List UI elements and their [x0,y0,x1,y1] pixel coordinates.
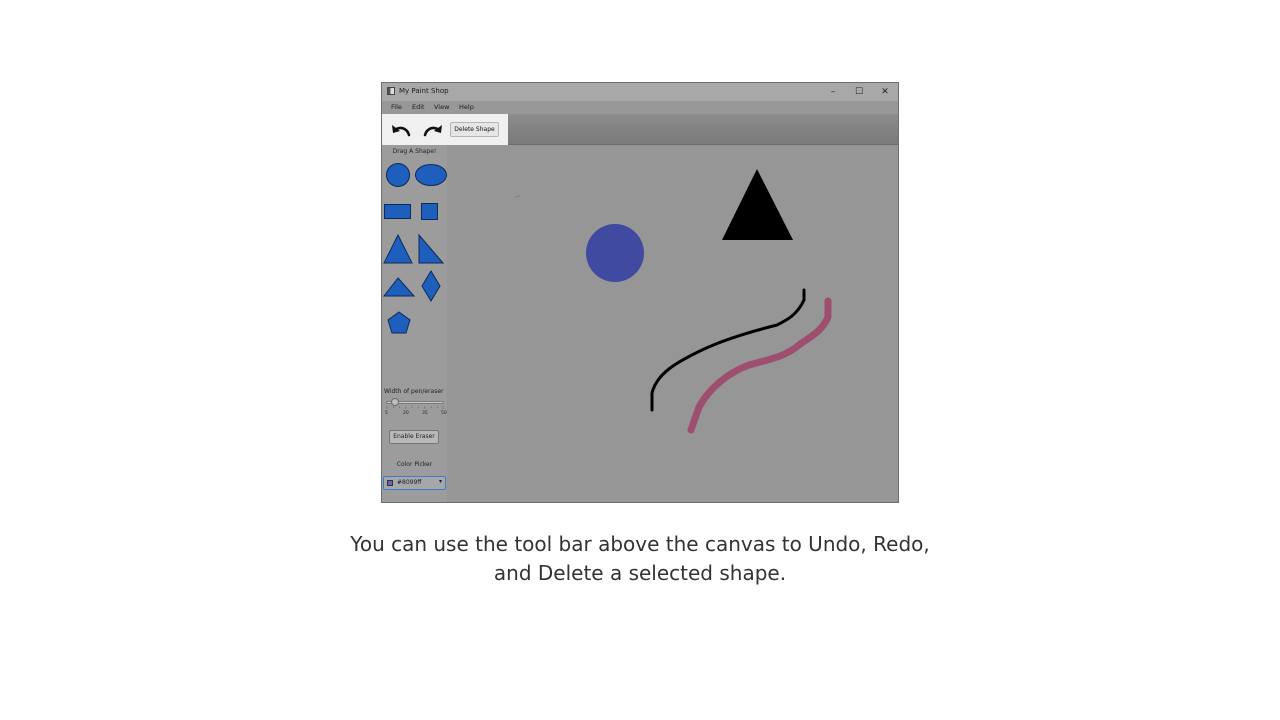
drawing-canvas[interactable] [447,145,898,502]
slider-tick-labels: 5 20 35 50 [384,411,447,417]
pentagon-shape-tile[interactable] [387,311,411,335]
canvas-drawing [514,169,832,434]
undo-button[interactable] [390,122,412,138]
paint-app-window: My Paint Shop – ☐ ✕ File Edit View Help [381,82,899,503]
square-shape-tile[interactable] [421,203,439,221]
pink-pen-stroke[interactable] [687,297,832,434]
menu-help[interactable]: Help [459,103,474,111]
color-swatch [387,480,393,486]
stray-mark [514,195,521,198]
menu-view[interactable]: View [434,103,449,111]
caption-line-1: You can use the tool bar above the canva… [350,532,930,556]
shape-palette-sidebar: Drag A Shape! Width of pen/eraser 5 20 3… [382,145,447,502]
window-title: My Paint Shop [399,87,449,95]
menu-edit[interactable]: Edit [412,103,425,111]
right-triangle-shape-tile[interactable] [418,234,444,264]
black-triangle-shape[interactable] [722,169,793,240]
triangle-shape-tile[interactable] [383,234,413,264]
chevron-down-icon: ▾ [438,478,442,485]
color-picker-dropdown[interactable]: #8099ff ▾ [383,476,446,490]
rectangle-shape-tile[interactable] [384,204,412,220]
tick-label-35: 35 [422,411,428,416]
slider-tick-marks [386,406,444,409]
toolbar: Delete Shape [382,114,898,145]
tick-label-5: 5 [385,411,388,416]
undo-icon [392,125,411,137]
ellipse-shape-tile[interactable] [415,164,447,186]
title-bar: My Paint Shop – ☐ ✕ [382,83,898,101]
menu-bar: File Edit View Help [382,101,898,114]
blue-circle-shape[interactable] [586,224,644,282]
menu-file[interactable]: File [391,103,402,111]
circle-shape-tile[interactable] [385,162,411,188]
minimize-button[interactable]: – [820,84,846,100]
color-picker-label: Color Picker [396,461,433,468]
color-value: #8099ff [397,479,422,486]
diamond-shape-tile[interactable] [421,270,441,302]
pen-width-label: Width of pen/eraser [384,388,444,395]
close-button[interactable]: ✕ [872,84,898,100]
black-pen-stroke[interactable] [650,288,806,412]
toolbar-highlight: Delete Shape [382,114,508,145]
sidebar-heading: Drag A Shape! [392,148,437,155]
redo-icon [423,125,442,137]
wide-triangle-shape-tile[interactable] [383,277,415,297]
pen-width-slider-thumb[interactable] [391,398,399,406]
tick-label-20: 20 [403,411,409,416]
redo-button[interactable] [422,122,444,138]
app-icon [387,87,395,95]
enable-eraser-button[interactable]: Enable Eraser [389,430,439,444]
tick-label-50: 50 [441,411,447,416]
delete-shape-button[interactable]: Delete Shape [450,122,499,137]
slide-caption: You can use the tool bar above the canva… [340,530,940,588]
maximize-button[interactable]: ☐ [846,84,872,100]
caption-line-2: and Delete a selected shape. [493,561,787,585]
